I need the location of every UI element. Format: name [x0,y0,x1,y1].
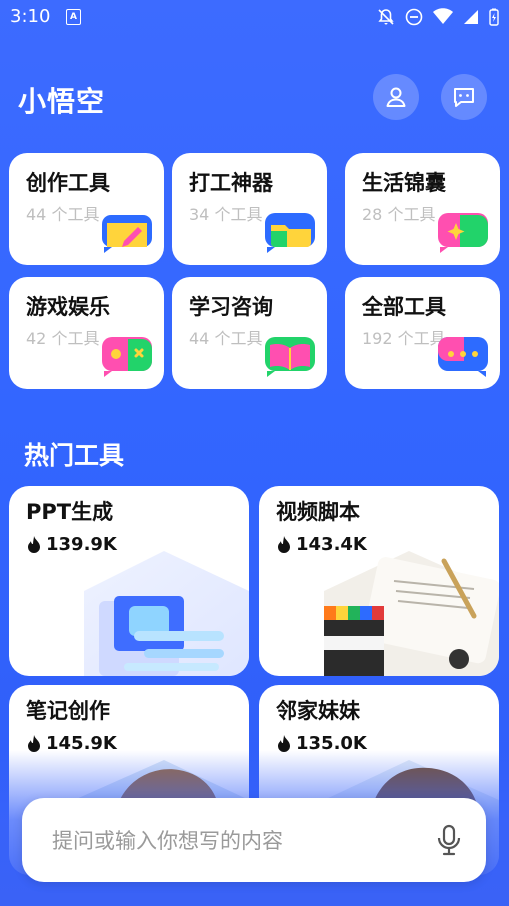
user-icon [386,87,406,107]
fire-icon [278,535,290,553]
bell-off-icon [378,9,394,25]
chat-history-button[interactable] [441,74,487,120]
hot-tool-card-video-script[interactable]: 视频脚本 143.4K [259,486,499,676]
hot-tool-card-ppt[interactable]: PPT生成 139.9K [9,486,249,676]
game-icon [102,337,152,377]
category-count: 42 个工具 [26,329,100,348]
open-book-icon [265,337,315,377]
category-count: 44 个工具 [26,205,100,224]
status-icons [377,8,499,26]
dnd-icon [405,8,423,26]
folder-icon [265,213,315,253]
category-name: 创作工具 [26,171,110,195]
category-count: 28 个工具 [362,205,436,224]
category-count: 192 个工具 [362,329,446,348]
prompt-input[interactable] [50,820,414,862]
category-card-games[interactable]: 游戏娱乐 42 个工具 [9,277,164,389]
hot-tool-name: PPT生成 [26,500,114,524]
video-script-illustration [324,551,499,676]
category-card-study[interactable]: 学习咨询 44 个工具 [172,277,327,389]
category-count: 34 个工具 [189,205,263,224]
category-name: 全部工具 [362,295,446,319]
category-name: 学习咨询 [189,295,273,319]
category-count: 44 个工具 [189,329,263,348]
category-name: 打工神器 [189,171,273,195]
app-title: 小悟空 [18,85,106,118]
sparkle-ticket-icon [438,213,488,253]
hot-tool-name: 邻家妹妹 [276,699,360,723]
hot-tool-name: 笔记创作 [26,699,110,723]
signal-icon [464,10,478,24]
battery-icon [489,8,499,26]
category-card-life[interactable]: 生活锦囊 28 个工具 [345,153,500,265]
category-name: 游戏娱乐 [26,295,110,319]
wifi-icon [433,8,453,24]
ppt-illustration [84,551,249,676]
category-card-all[interactable]: 全部工具 192 个工具 [345,277,500,389]
chat-dots-icon [438,337,488,377]
microphone-icon[interactable] [436,824,462,856]
category-card-creation[interactable]: 创作工具 44 个工具 [9,153,164,265]
sim-icon: A [66,9,81,25]
profile-button[interactable] [373,74,419,120]
pencil-card-icon [102,215,152,253]
category-card-work[interactable]: 打工神器 34 个工具 [172,153,327,265]
category-name: 生活锦囊 [362,171,446,195]
hot-tools-title: 热门工具 [24,441,125,470]
prompt-input-bar[interactable] [22,798,486,882]
hot-tool-name: 视频脚本 [276,500,360,524]
status-time: 3:10 [10,6,51,27]
status-bar: 3:10 A [0,0,509,36]
chat-icon [454,88,474,107]
fire-icon [28,535,40,553]
